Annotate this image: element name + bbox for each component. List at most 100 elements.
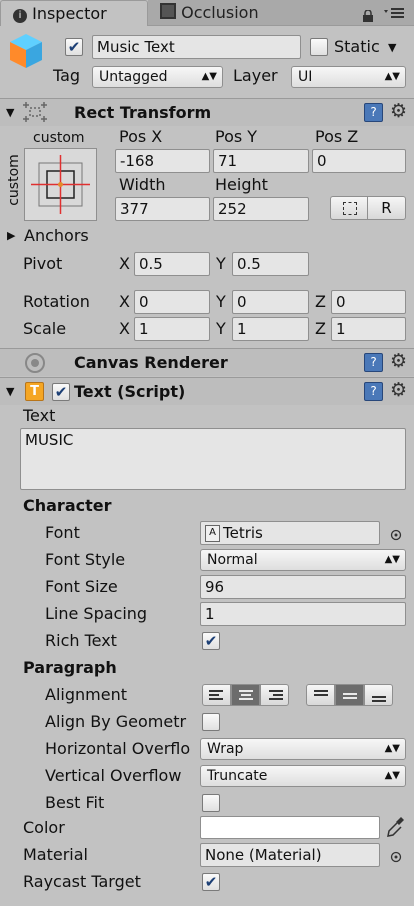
width-input[interactable]: 377: [115, 197, 210, 221]
rotation-x-label: X: [119, 292, 130, 311]
active-checkbox[interactable]: ✔: [65, 38, 83, 56]
vertical-overflow-dropdown[interactable]: Truncate ▲▼: [200, 765, 406, 787]
tab-occlusion[interactable]: Occlusion: [148, 0, 348, 26]
text-component-icon: T: [25, 382, 44, 401]
blueprint-mode-button[interactable]: [330, 196, 368, 220]
font-size-input[interactable]: 96: [200, 575, 406, 599]
scale-x-label: X: [119, 319, 130, 338]
lock-icon[interactable]: [362, 8, 374, 22]
object-picker-icon[interactable]: [390, 527, 402, 541]
help-book-icon[interactable]: ?: [364, 103, 383, 122]
anchor-preset-label-top: custom: [33, 130, 85, 146]
align-top-button[interactable]: [306, 684, 335, 706]
rich-text-label: Rich Text: [45, 631, 117, 650]
foldout-arrow-icon[interactable]: ▼: [6, 385, 14, 398]
font-style-dropdown[interactable]: Normal ▲▼: [200, 549, 406, 571]
static-dropdown-arrow[interactable]: ▼: [388, 41, 396, 54]
tab-inspector[interactable]: i Inspector: [0, 0, 148, 26]
alignment-label: Alignment: [45, 685, 127, 704]
anchor-preset-button[interactable]: [24, 148, 97, 221]
layer-label: Layer: [233, 66, 278, 85]
font-size-label: Font Size: [45, 577, 118, 596]
pos-x-label: Pos X: [119, 127, 163, 146]
line-spacing-input[interactable]: 1: [200, 602, 406, 626]
rotation-label: Rotation: [23, 292, 90, 311]
align-right-button[interactable]: [260, 684, 289, 706]
canvas-renderer-icon: [24, 352, 46, 374]
chevron-updown-icon: ▲▼: [384, 554, 400, 565]
object-picker-icon[interactable]: [390, 849, 402, 863]
height-label: Height: [215, 175, 268, 194]
eyedropper-icon[interactable]: [386, 815, 406, 839]
rich-text-checkbox[interactable]: ✔: [202, 632, 220, 650]
scale-z-input[interactable]: 1: [331, 317, 406, 341]
align-left-button[interactable]: [202, 684, 231, 706]
static-checkbox[interactable]: [310, 38, 328, 56]
scale-x-input[interactable]: 1: [134, 317, 210, 341]
pos-x-input[interactable]: -168: [115, 149, 210, 173]
tab-occlusion-label: Occlusion: [181, 3, 259, 22]
help-book-icon[interactable]: ?: [364, 353, 383, 372]
tab-inspector-label: Inspector: [32, 4, 107, 23]
help-book-icon[interactable]: ?: [364, 382, 383, 401]
paragraph-header: Paragraph: [23, 658, 117, 677]
material-label: Material: [23, 845, 88, 864]
pos-y-input[interactable]: 71: [213, 149, 309, 173]
pivot-label: Pivot: [23, 254, 63, 273]
horizontal-overflow-label: Horizontal Overflo: [45, 739, 191, 758]
font-field[interactable]: A Tetris: [200, 521, 380, 545]
gear-icon[interactable]: ⚙: [390, 381, 407, 400]
raycast-target-checkbox[interactable]: ✔: [202, 873, 220, 891]
gear-icon[interactable]: ⚙: [390, 352, 407, 371]
tag-label: Tag: [53, 66, 81, 85]
font-asset-icon: A: [205, 525, 220, 542]
tag-dropdown[interactable]: Untagged ▲▼: [92, 66, 223, 88]
align-center-button[interactable]: [231, 684, 260, 706]
scale-y-label: Y: [216, 319, 226, 338]
raw-edit-button[interactable]: R: [368, 196, 406, 220]
layer-value: UI: [298, 69, 313, 85]
anchors-label[interactable]: Anchors: [24, 226, 89, 246]
color-swatch[interactable]: [200, 816, 380, 839]
occlusion-icon: [160, 3, 176, 19]
align-bottom-button[interactable]: [364, 684, 393, 706]
align-by-geometry-label: Align By Geometr: [45, 712, 187, 731]
rotation-y-input[interactable]: 0: [232, 290, 309, 314]
scale-z-label: Z: [315, 319, 326, 338]
pivot-y-input[interactable]: 0.5: [232, 252, 309, 276]
scale-label: Scale: [23, 319, 67, 338]
canvas-renderer-title: Canvas Renderer: [74, 353, 228, 372]
tag-value: Untagged: [99, 69, 168, 85]
align-by-geometry-checkbox[interactable]: [202, 713, 220, 731]
pivot-x-label: X: [119, 254, 130, 273]
horizontal-overflow-dropdown[interactable]: Wrap ▲▼: [200, 738, 406, 760]
line-spacing-label: Line Spacing: [45, 604, 148, 623]
anchors-foldout-icon[interactable]: ▶: [7, 229, 15, 242]
rect-transform-title: Rect Transform: [74, 103, 212, 122]
tab-menu-icon[interactable]: [384, 6, 406, 20]
font-value: Tetris: [223, 524, 263, 542]
height-input[interactable]: 252: [213, 197, 309, 221]
gameobject-cube-icon: [8, 32, 44, 70]
pos-z-label: Pos Z: [315, 127, 359, 146]
vertical-overflow-label: Vertical Overflow: [45, 766, 182, 785]
gear-icon[interactable]: ⚙: [390, 102, 407, 121]
scale-y-input[interactable]: 1: [232, 317, 309, 341]
static-label: Static: [334, 37, 380, 56]
text-area[interactable]: MUSIC: [20, 428, 406, 490]
material-field[interactable]: None (Material): [200, 843, 380, 867]
rotation-x-input[interactable]: 0: [134, 290, 210, 314]
pivot-x-input[interactable]: 0.5: [134, 252, 210, 276]
best-fit-checkbox[interactable]: [202, 794, 220, 812]
object-name-input[interactable]: Music Text: [92, 35, 301, 59]
font-style-label: Font Style: [45, 550, 126, 569]
pos-z-input[interactable]: 0: [312, 149, 406, 173]
text-script-enabled-checkbox[interactable]: ✔: [52, 383, 70, 401]
rotation-z-input[interactable]: 0: [331, 290, 406, 314]
rotation-z-label: Z: [315, 292, 326, 311]
raycast-target-label: Raycast Target: [23, 872, 141, 891]
align-middle-button[interactable]: [335, 684, 364, 706]
layer-dropdown[interactable]: UI ▲▼: [291, 66, 406, 88]
text-label: Text: [23, 406, 56, 425]
foldout-arrow-icon[interactable]: ▼: [6, 106, 14, 119]
